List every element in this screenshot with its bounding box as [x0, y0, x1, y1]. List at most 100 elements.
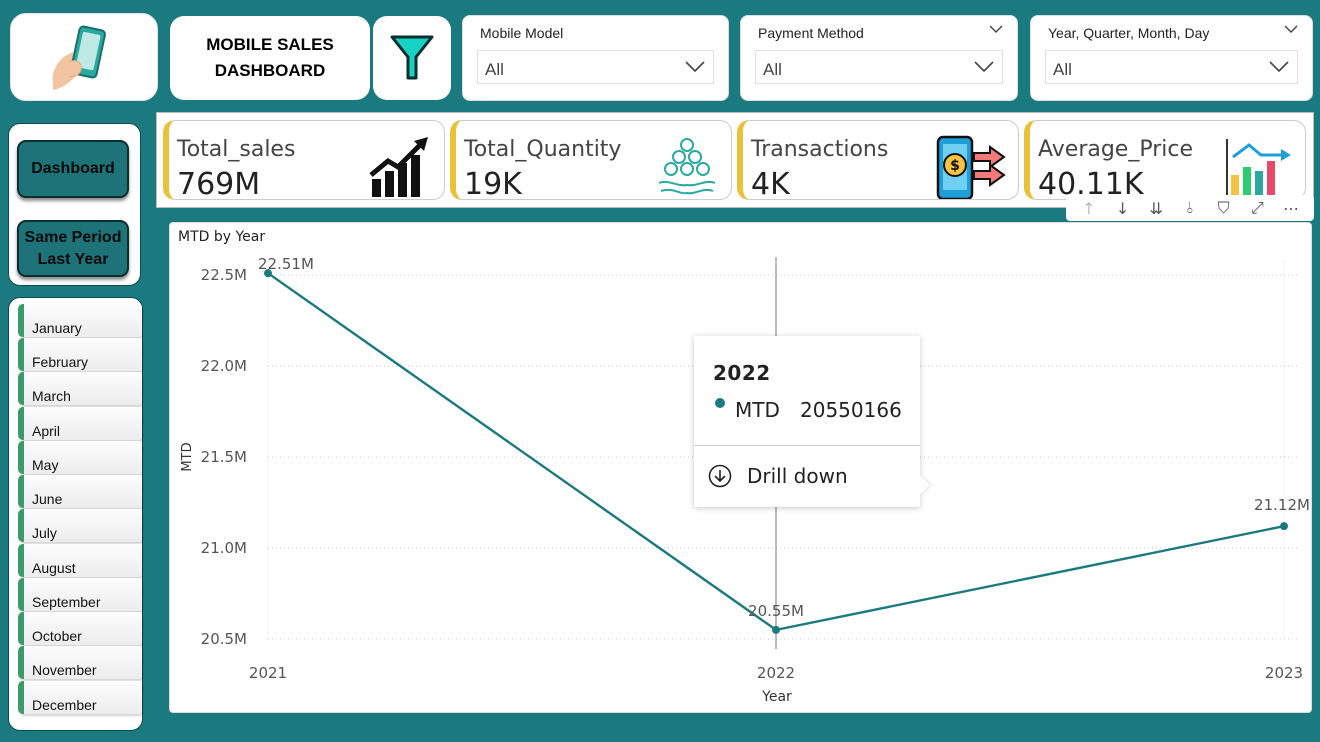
svg-text:$: $: [950, 158, 960, 174]
x-tick-label: 2022: [757, 664, 795, 682]
tooltip-year: 2022: [713, 361, 771, 385]
month-label: July: [32, 525, 57, 541]
mobile-model-dropdown[interactable]: All: [477, 50, 714, 84]
date-hierarchy-dropdown[interactable]: All: [1045, 50, 1298, 84]
month-label: October: [32, 628, 82, 644]
month-item-october[interactable]: October: [18, 612, 142, 645]
kpi-card-total-quantity: Total_Quantity 19K: [450, 120, 732, 200]
month-item-june[interactable]: June: [18, 475, 142, 508]
chevron-down-icon: [1269, 61, 1289, 73]
month-label: January: [32, 320, 82, 336]
drill-down-label: Drill down: [747, 464, 848, 488]
slicer-mobile-model: Mobile Model All: [462, 15, 729, 101]
month-item-august[interactable]: August: [18, 544, 142, 577]
x-tick-label: 2023: [1265, 664, 1303, 682]
x-tick-label: 2021: [249, 664, 287, 682]
kpi-card-total-sales: Total_sales 769M: [163, 120, 445, 200]
logo: [10, 13, 158, 101]
y-tick-label: 22.0M: [201, 357, 247, 375]
phone-in-hand-icon: [52, 25, 106, 90]
month-item-december[interactable]: December: [18, 681, 142, 714]
colored-bar-trend-icon: [1226, 139, 1291, 197]
focus-mode-icon[interactable]: ⤢: [1245, 198, 1269, 218]
kpi-label: Total_sales: [177, 137, 296, 162]
month-label: April: [32, 423, 61, 439]
chevron-down-icon: [685, 61, 705, 73]
kpi-card-transactions: Transactions 4K $: [737, 120, 1019, 200]
dashboard-title: MOBILE SALES DASHBOARD: [170, 16, 370, 100]
rising-bar-chart-icon: [369, 137, 428, 197]
month-item-february[interactable]: February: [18, 338, 142, 371]
visual-toolbar: ↑ ↓ ⇊ ⫰ ⛉ ⤢ ⋯: [1066, 195, 1314, 221]
slicer-label: Payment Method: [758, 25, 864, 41]
tooltip-measure: MTD: [735, 398, 780, 422]
expand-hierarchy-icon[interactable]: ⫰: [1178, 198, 1202, 218]
month-item-november[interactable]: November: [18, 646, 142, 679]
month-item-march[interactable]: March: [18, 372, 142, 405]
drill-down-action[interactable]: Drill down: [708, 464, 848, 488]
go-to-next-level-icon[interactable]: ⇊: [1144, 199, 1168, 218]
coins-in-hand-icon: [658, 138, 716, 195]
funnel-icon: [390, 35, 434, 80]
chevron-down-icon[interactable]: [1284, 24, 1298, 34]
chart-tooltip: 2022 MTD 20550166 Drill down: [694, 336, 930, 507]
kpi-strip: Total_sales 769M Total_Quantity 19K Tran…: [156, 112, 1314, 208]
payment-method-dropdown[interactable]: All: [755, 50, 1003, 84]
month-slicer: January February March April May June Ju…: [8, 297, 143, 731]
month-item-january[interactable]: January: [18, 304, 142, 337]
tooltip-divider: [694, 445, 920, 446]
dashboard-button[interactable]: Dashboard: [17, 140, 129, 198]
mobile-payment-icon: $: [936, 135, 1006, 199]
kpi-value: 19K: [464, 167, 522, 200]
month-label: March: [32, 388, 71, 404]
tooltip-value: 20550166: [800, 398, 902, 422]
drill-up-icon[interactable]: ↑: [1077, 199, 1101, 218]
chevron-down-icon[interactable]: [989, 24, 1003, 34]
month-label: September: [32, 594, 101, 610]
filter-button[interactable]: [373, 16, 451, 100]
drill-down-circle-icon: [708, 464, 732, 488]
kpi-value: 4K: [751, 167, 790, 200]
kpi-label: Average_Price: [1038, 137, 1194, 162]
month-label: June: [32, 491, 63, 507]
month-item-july[interactable]: July: [18, 509, 142, 542]
navigation-panel: Dashboard Same Period Last Year: [8, 123, 141, 286]
kpi-value: 769M: [177, 167, 261, 200]
x-axis-title: Year: [761, 689, 792, 705]
y-axis-title: MTD: [180, 442, 195, 471]
month-label: August: [32, 560, 76, 576]
y-tick-label: 21.5M: [201, 448, 247, 466]
data-point: [772, 625, 780, 634]
slicer-payment-method: Payment Method All: [740, 15, 1018, 101]
page-title: MOBILE SALES DASHBOARD: [206, 35, 334, 80]
series-dot-icon: [715, 398, 725, 408]
dropdown-value: All: [1053, 60, 1072, 79]
chevron-down-icon: [974, 61, 994, 73]
same-period-last-year-button[interactable]: Same Period Last Year: [17, 220, 129, 277]
filter-icon[interactable]: ⛉: [1212, 198, 1236, 218]
dropdown-value: All: [763, 60, 782, 79]
kpi-label: Total_Quantity: [464, 137, 622, 162]
data-label: 21.12M: [1254, 496, 1310, 514]
month-label: May: [32, 457, 59, 473]
y-tick-label: 20.5M: [201, 630, 247, 648]
slicer-label: Year, Quarter, Month, Day: [1048, 25, 1210, 41]
more-options-icon[interactable]: ⋯: [1279, 199, 1303, 218]
y-tick-label: 21.0M: [201, 539, 247, 557]
data-label: 22.51M: [258, 255, 314, 273]
data-point: [1280, 522, 1288, 531]
dropdown-value: All: [485, 60, 504, 79]
month-label: February: [32, 354, 89, 370]
month-item-april[interactable]: April: [18, 407, 142, 440]
month-label: December: [32, 697, 97, 713]
slicer-date-hierarchy: Year, Quarter, Month, Day All: [1030, 15, 1313, 101]
kpi-card-average-price: Average_Price 40.11K: [1024, 120, 1306, 200]
month-label: November: [32, 662, 97, 678]
slicer-label: Mobile Model: [480, 25, 564, 41]
drill-down-icon[interactable]: ↓: [1111, 199, 1135, 218]
month-item-may[interactable]: May: [18, 441, 142, 474]
month-item-september[interactable]: September: [18, 578, 142, 611]
data-label: 20.55M: [748, 602, 804, 620]
y-tick-label: 22.5M: [201, 266, 247, 284]
kpi-label: Transactions: [751, 137, 889, 162]
